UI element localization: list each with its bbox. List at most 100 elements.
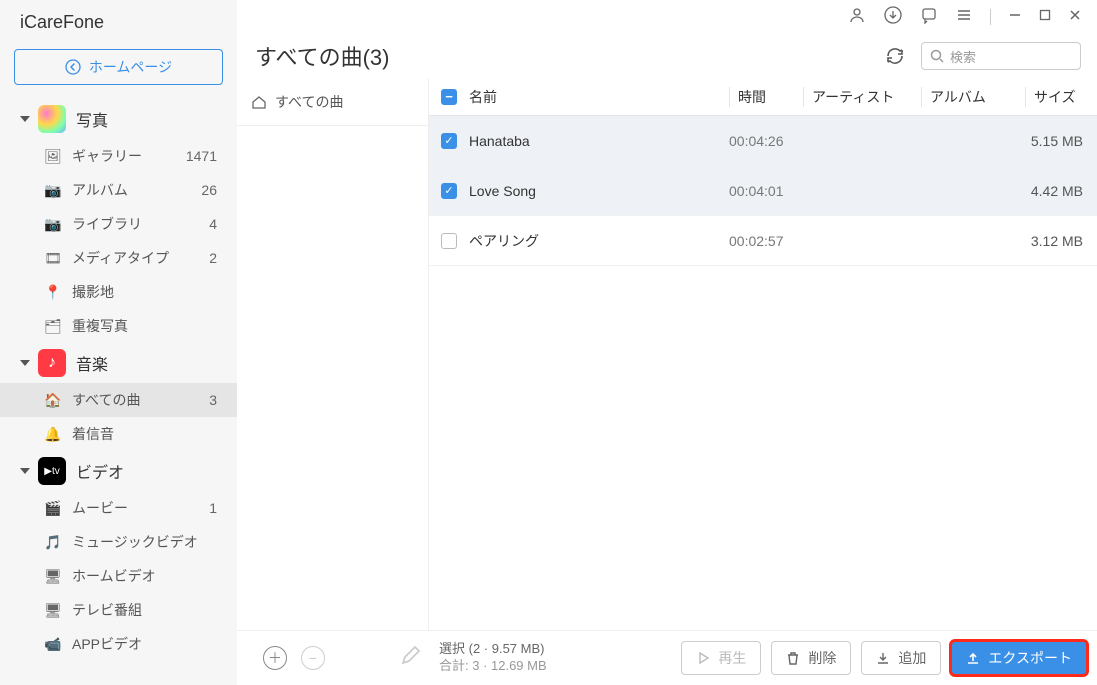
trash-icon bbox=[786, 651, 800, 665]
photos-item-5[interactable]: 🗂重複写真 bbox=[0, 309, 237, 343]
window-titlebar bbox=[237, 0, 1097, 34]
photos-item-label: メディアタイプ bbox=[72, 248, 209, 268]
photos-item-icon: 🖼 bbox=[44, 148, 62, 165]
refresh-button[interactable] bbox=[881, 42, 909, 70]
photos-item-label: 重複写真 bbox=[72, 316, 217, 336]
chevron-down-icon bbox=[20, 116, 30, 122]
row-checkbox[interactable]: ✓ bbox=[441, 183, 457, 199]
search-icon bbox=[930, 49, 944, 63]
add-label: 追加 bbox=[898, 648, 926, 668]
photos-item-count: 2 bbox=[209, 250, 217, 266]
play-icon bbox=[696, 651, 710, 665]
section-video[interactable]: ▶tv ビデオ bbox=[0, 451, 237, 491]
video-item-icon: 🖥 bbox=[44, 602, 62, 619]
video-item-0[interactable]: 🎬ムービー1 bbox=[0, 491, 237, 525]
photos-item-icon: 📍 bbox=[44, 284, 62, 301]
menu-icon[interactable] bbox=[956, 7, 972, 28]
video-item-3[interactable]: 🖥テレビ番組 bbox=[0, 593, 237, 627]
row-size: 5.15 MB bbox=[1025, 133, 1097, 149]
photos-item-4[interactable]: 📍撮影地 bbox=[0, 275, 237, 309]
section-photos[interactable]: 写真 bbox=[0, 99, 237, 139]
play-button[interactable]: 再生 bbox=[681, 641, 761, 675]
col-artist[interactable]: アーティスト bbox=[803, 87, 921, 107]
home-icon bbox=[251, 94, 267, 110]
video-item-label: APPビデオ bbox=[72, 634, 217, 654]
video-item-2[interactable]: 🖥 ホームビデオ bbox=[0, 559, 237, 593]
separator bbox=[990, 9, 991, 25]
video-item-1[interactable]: 🎵ミュージックビデオ bbox=[0, 525, 237, 559]
photos-item-label: ライブラリ bbox=[72, 214, 209, 234]
sidebar: iCareFone ホームページ 写真 🖼ギャラリー1471📷アルバム26📷ライ… bbox=[0, 0, 237, 685]
page-title: すべての曲(3) bbox=[255, 40, 881, 72]
delete-button[interactable]: 削除 bbox=[771, 641, 851, 675]
video-item-label: ムービー bbox=[72, 498, 209, 518]
photos-item-3[interactable]: 🎞メディアタイプ2 bbox=[0, 241, 237, 275]
export-icon bbox=[966, 651, 980, 665]
export-button[interactable]: エクスポート bbox=[951, 641, 1087, 675]
sub-nav: すべての曲 bbox=[237, 78, 429, 126]
video-item-icon: 🎵 bbox=[44, 534, 62, 551]
feedback-icon[interactable] bbox=[920, 6, 938, 29]
video-item-icon: 🖥 bbox=[44, 568, 62, 585]
row-time: 00:04:01 bbox=[729, 183, 803, 199]
home-button-label: ホームページ bbox=[89, 57, 172, 77]
row-size: 4.42 MB bbox=[1025, 183, 1097, 199]
col-album[interactable]: アルバム bbox=[921, 87, 1025, 107]
row-checkbox[interactable]: ✓ bbox=[441, 133, 457, 149]
back-arrow-icon bbox=[65, 59, 81, 75]
music-item-icon: 🏠 bbox=[44, 392, 62, 409]
video-item-label: ホームビデオ bbox=[72, 566, 217, 586]
row-checkbox[interactable] bbox=[441, 233, 457, 249]
music-item-label: すべての曲 bbox=[72, 390, 209, 410]
music-item-1[interactable]: 🔔着信音 bbox=[0, 417, 237, 451]
photos-item-count: 1471 bbox=[186, 148, 217, 164]
video-item-4[interactable]: 📹APPビデオ bbox=[0, 627, 237, 661]
col-time[interactable]: 時間 bbox=[729, 87, 803, 107]
subnav-all-songs[interactable]: すべての曲 bbox=[237, 78, 428, 126]
selection-text: 選択 (2 · 9.57 MB) bbox=[439, 641, 547, 658]
section-video-label: ビデオ bbox=[76, 459, 124, 483]
table-header: − 名前 時間 アーティスト アルバム サイズ bbox=[429, 78, 1097, 116]
table-row[interactable]: ペアリング00:02:57 3.12 MB bbox=[429, 216, 1097, 266]
row-size: 3.12 MB bbox=[1025, 233, 1097, 249]
photos-item-2[interactable]: 📷 ライブラリ4 bbox=[0, 207, 237, 241]
col-name[interactable]: 名前 bbox=[469, 87, 729, 107]
music-item-count: 3 bbox=[209, 392, 217, 408]
table-row[interactable]: ✓Love Song00:04:014.42 MB bbox=[429, 166, 1097, 216]
music-item-label: 着信音 bbox=[72, 424, 217, 444]
close-button[interactable] bbox=[1069, 8, 1081, 26]
account-icon[interactable] bbox=[848, 6, 866, 29]
col-size[interactable]: サイズ bbox=[1025, 87, 1097, 107]
photos-item-icon: 📷 bbox=[44, 182, 62, 199]
download-icon[interactable] bbox=[884, 6, 902, 29]
total-text: 合計: 3 · 12.69 MB bbox=[439, 658, 547, 675]
search-input[interactable]: 検索 bbox=[921, 42, 1081, 70]
add-button[interactable]: 追加 bbox=[861, 641, 941, 675]
footer-status: 選択 (2 · 9.57 MB) 合計: 3 · 12.69 MB bbox=[439, 641, 547, 675]
remove-playlist-button: − bbox=[301, 646, 325, 670]
select-all-checkbox[interactable]: − bbox=[441, 89, 457, 105]
photos-item-0[interactable]: 🖼 ギャラリー1471 bbox=[0, 139, 237, 173]
import-icon bbox=[876, 651, 890, 665]
edit-icon bbox=[399, 645, 421, 672]
add-playlist-button[interactable]: ＋ bbox=[263, 646, 287, 670]
footer-bar: ＋ − 選択 (2 · 9.57 MB) 合計: 3 · 12.69 MB 再生… bbox=[237, 630, 1097, 685]
maximize-button[interactable] bbox=[1039, 8, 1051, 26]
songs-table: − 名前 時間 アーティスト アルバム サイズ ✓Hanataba00:04:2… bbox=[429, 78, 1097, 630]
chevron-down-icon bbox=[20, 360, 30, 366]
row-name: ペアリング bbox=[469, 231, 729, 251]
section-photos-label: 写真 bbox=[76, 107, 108, 131]
photos-item-label: ギャラリー bbox=[72, 146, 186, 166]
minimize-button[interactable] bbox=[1009, 8, 1021, 26]
photos-item-count: 26 bbox=[201, 182, 217, 198]
video-item-count: 1 bbox=[209, 500, 217, 516]
music-item-0[interactable]: 🏠 すべての曲3 bbox=[0, 383, 237, 417]
photos-item-count: 4 bbox=[209, 216, 217, 232]
table-row[interactable]: ✓Hanataba00:04:265.15 MB bbox=[429, 116, 1097, 166]
home-button[interactable]: ホームページ bbox=[14, 49, 223, 85]
row-time: 00:02:57 bbox=[729, 233, 803, 249]
photos-item-1[interactable]: 📷アルバム26 bbox=[0, 173, 237, 207]
section-music[interactable]: ♪ 音楽 bbox=[0, 343, 237, 383]
photos-item-icon: 📷 bbox=[44, 216, 62, 233]
row-time: 00:04:26 bbox=[729, 133, 803, 149]
